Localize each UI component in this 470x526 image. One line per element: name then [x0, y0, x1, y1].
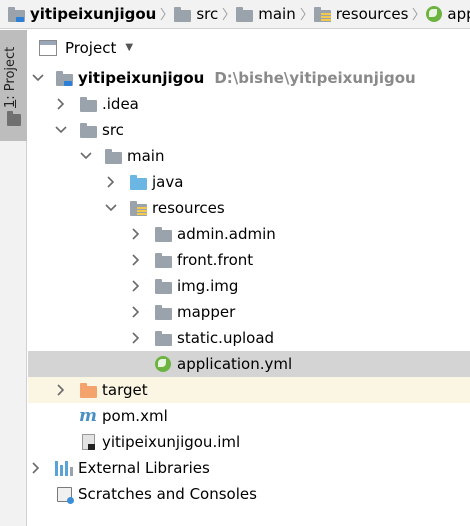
- breadcrumb-item-application[interactable]: appli: [418, 0, 470, 28]
- tree-node-static-upload[interactable]: static.upload: [28, 325, 470, 351]
- folder-icon: [78, 91, 98, 117]
- tree-node-resources[interactable]: resources: [28, 195, 470, 221]
- tree-node-label: front.front: [177, 251, 254, 269]
- chevron-down-icon[interactable]: [54, 117, 68, 143]
- tree-node-root[interactable]: yitipeixunjigou D:\bishe\yitipeixunjigou: [28, 65, 470, 91]
- module-folder-icon: [8, 6, 25, 22]
- tree-node-label: admin.admin: [177, 225, 276, 243]
- folder-icon: [103, 143, 123, 169]
- folder-icon: [174, 6, 192, 22]
- resources-folder-icon: [313, 6, 331, 22]
- tree-node-label: yitipeixunjigou: [78, 69, 205, 87]
- chevron-right-icon[interactable]: [129, 247, 143, 273]
- chevron-right-icon[interactable]: [54, 377, 68, 403]
- tree-node-java[interactable]: java: [28, 169, 470, 195]
- tree-node-label: src: [102, 121, 124, 139]
- tree-node-label: main: [127, 147, 165, 165]
- tree-node-label: resources: [152, 199, 225, 217]
- folder-icon: [153, 299, 173, 325]
- tree-node-label: Scratches and Consoles: [78, 485, 257, 503]
- project-tool-label: 1: Project: [3, 46, 18, 108]
- tree-node-scratches[interactable]: Scratches and Consoles: [28, 481, 470, 507]
- folder-icon: [153, 325, 173, 351]
- folder-icon: [153, 247, 173, 273]
- chevron-down-icon[interactable]: [104, 195, 118, 221]
- project-path: D:\bishe\yitipeixunjigou: [214, 69, 416, 87]
- folder-icon: [7, 111, 21, 126]
- maven-icon: m: [79, 406, 97, 426]
- breadcrumb-item-project[interactable]: yitipeixunjigou: [0, 0, 157, 28]
- tree-node-label: img.img: [177, 277, 239, 295]
- left-tool-strip: 1: Project: [0, 30, 27, 526]
- tree-node-main[interactable]: main: [28, 143, 470, 169]
- tree-node-target[interactable]: target: [28, 377, 470, 403]
- folder-icon: [236, 6, 254, 22]
- tree-node-label: .idea: [102, 95, 139, 113]
- chevron-right-icon[interactable]: [129, 273, 143, 299]
- source-folder-icon: [128, 169, 148, 195]
- chevron-right-icon[interactable]: [129, 221, 143, 247]
- breadcrumb-item-main[interactable]: main: [228, 0, 296, 28]
- module-folder-icon: [54, 65, 74, 91]
- folder-icon: [153, 221, 173, 247]
- excluded-folder-icon: [78, 377, 98, 403]
- chevron-down-icon[interactable]: ▼: [125, 42, 133, 53]
- tree-node-application-yml[interactable]: application.yml: [28, 351, 470, 377]
- folder-icon: [78, 117, 98, 143]
- tree-node-label: application.yml: [177, 355, 293, 373]
- iml-file-icon: [78, 429, 98, 455]
- tree-node-front[interactable]: front.front: [28, 247, 470, 273]
- tree-node-external-libraries[interactable]: External Libraries: [28, 455, 470, 481]
- breadcrumb-label: resources: [335, 5, 409, 23]
- tree-node-label: yitipeixunjigou.iml: [102, 433, 241, 451]
- scratches-icon: [54, 481, 74, 507]
- tree-node-src[interactable]: src: [28, 117, 470, 143]
- project-panel-header: Project ▼: [28, 30, 470, 65]
- tree-node-iml[interactable]: yitipeixunjigou.iml: [28, 429, 470, 455]
- chevron-right-icon[interactable]: [104, 169, 118, 195]
- tree-node-label: mapper: [177, 303, 236, 321]
- tree-node-idea[interactable]: .idea: [28, 91, 470, 117]
- chevron-right-icon[interactable]: [29, 455, 43, 481]
- spring-leaf-icon: [153, 351, 173, 377]
- spring-leaf-icon: [426, 6, 443, 22]
- breadcrumb-label: appli: [447, 5, 470, 23]
- tree-node-label: External Libraries: [78, 459, 210, 477]
- tree-node-img[interactable]: img.img: [28, 273, 470, 299]
- chevron-down-icon[interactable]: [31, 65, 45, 91]
- folder-icon: [153, 273, 173, 299]
- resources-folder-icon: [128, 195, 148, 221]
- panel-title[interactable]: Project: [65, 39, 116, 57]
- tree-node-label: target: [102, 381, 148, 399]
- project-tool-window-button[interactable]: 1: Project: [0, 30, 27, 141]
- navigation-breadcrumb: yitipeixunjigou src main resources appli: [0, 0, 470, 29]
- chevron-right-icon[interactable]: [129, 299, 143, 325]
- breadcrumb-label: main: [258, 5, 296, 23]
- breadcrumb-item-resources[interactable]: resources: [306, 0, 409, 28]
- tree-node-mapper[interactable]: mapper: [28, 299, 470, 325]
- chevron-right-icon[interactable]: [54, 91, 68, 117]
- project-view-icon: [39, 39, 57, 56]
- tree-node-label: java: [152, 173, 184, 191]
- libraries-icon: [54, 455, 74, 481]
- chevron-right-icon[interactable]: [129, 325, 143, 351]
- breadcrumb-item-src[interactable]: src: [166, 0, 219, 28]
- chevron-down-icon[interactable]: [79, 143, 93, 169]
- tree-node-label: static.upload: [177, 329, 275, 347]
- tree-node-pom-xml[interactable]: m pom.xml: [28, 403, 470, 429]
- breadcrumb-label: src: [196, 5, 219, 23]
- tree-node-label: pom.xml: [102, 407, 168, 425]
- breadcrumb-label: yitipeixunjigou: [30, 5, 157, 23]
- tree-node-admin[interactable]: admin.admin: [28, 221, 470, 247]
